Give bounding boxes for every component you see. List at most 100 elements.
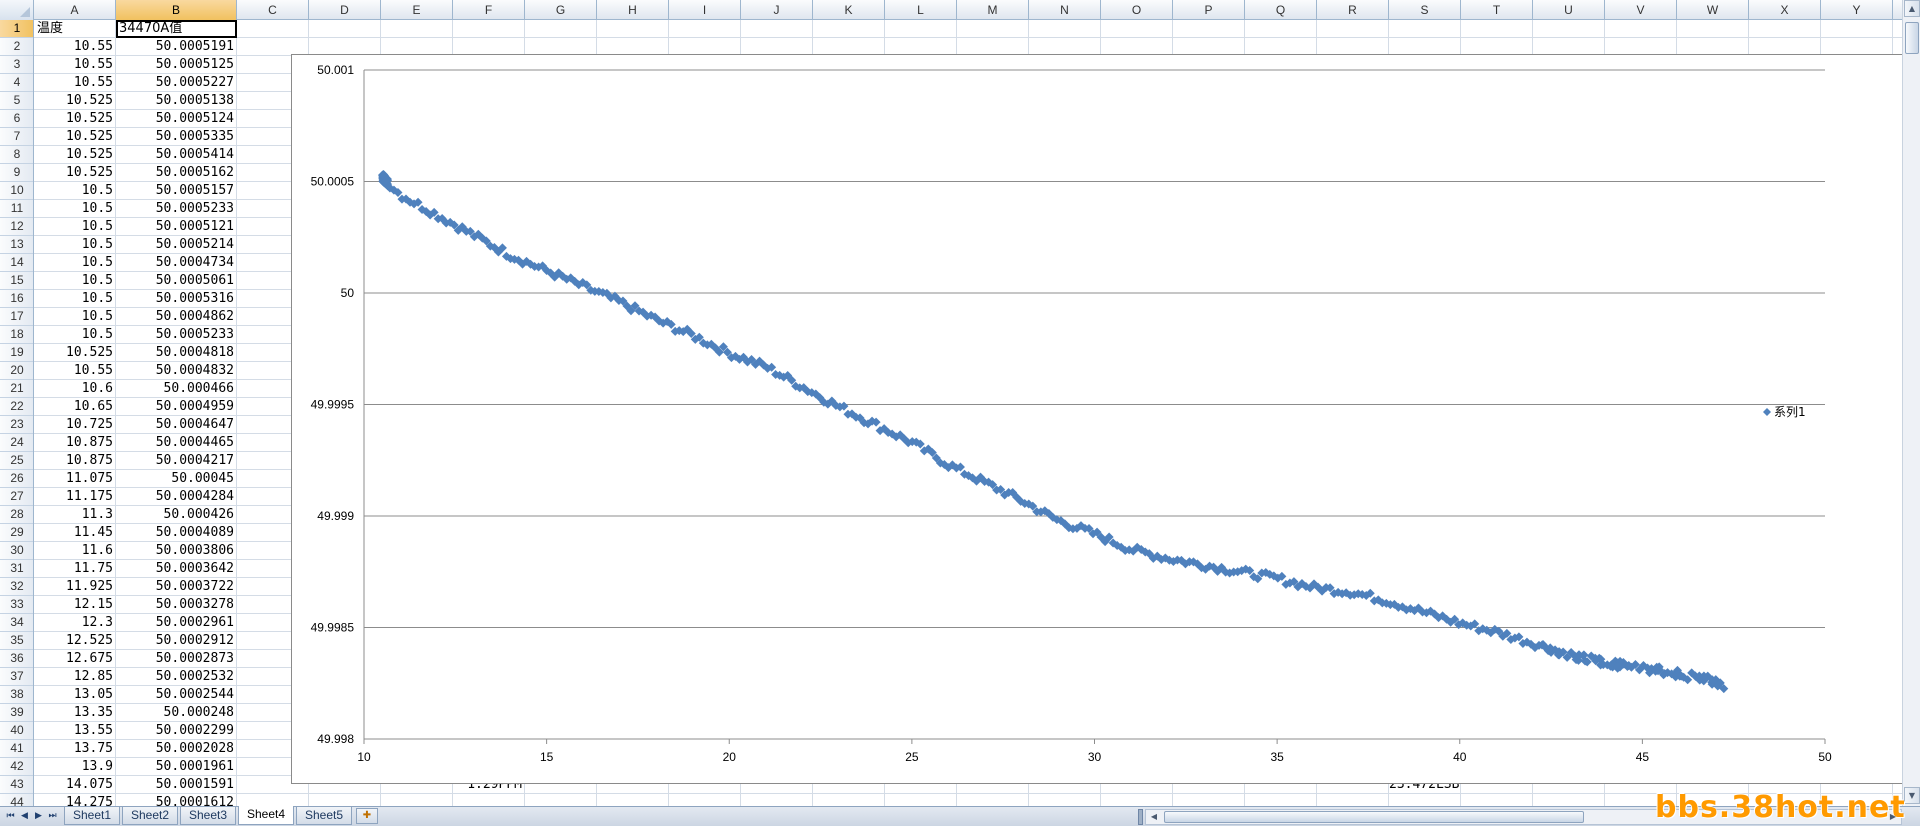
cell-temperature[interactable]: 10.525	[34, 110, 116, 128]
column-header-b[interactable]: B	[116, 0, 237, 20]
row-header-34[interactable]: 34	[0, 614, 33, 632]
row-header-8[interactable]: 8	[0, 146, 33, 164]
row-header-18[interactable]: 18	[0, 326, 33, 344]
row-header-43[interactable]: 43	[0, 776, 33, 794]
cell-temperature[interactable]: 11.175	[34, 488, 116, 506]
row-header-1[interactable]: 1	[0, 20, 33, 38]
row-header-29[interactable]: 29	[0, 524, 33, 542]
row-header-41[interactable]: 41	[0, 740, 33, 758]
column-header-t[interactable]: T	[1461, 0, 1533, 20]
cell-temperature[interactable]: 10.525	[34, 164, 116, 182]
row-header-9[interactable]: 9	[0, 164, 33, 182]
cell-temperature[interactable]: 10.6	[34, 380, 116, 398]
cell-measured-value[interactable]: 50.0005191	[116, 38, 237, 56]
cell-temperature[interactable]: 11.6	[34, 542, 116, 560]
cell-temperature[interactable]: 10.55	[34, 362, 116, 380]
cell-temperature[interactable]: 13.75	[34, 740, 116, 758]
cell-measured-value[interactable]: 50.0005233	[116, 326, 237, 344]
cell-measured-value[interactable]: 50.0004862	[116, 308, 237, 326]
cell-temperature[interactable]: 10.55	[34, 56, 116, 74]
cell-measured-value[interactable]: 50.0005335	[116, 128, 237, 146]
next-sheet-icon[interactable]: ▶	[32, 809, 45, 824]
column-header-a[interactable]: A	[34, 0, 116, 20]
column-header-y[interactable]: Y	[1821, 0, 1893, 20]
column-header-m[interactable]: M	[957, 0, 1029, 20]
column-header-p[interactable]: P	[1173, 0, 1245, 20]
last-sheet-icon[interactable]: ⏭	[46, 809, 59, 824]
column-header-k[interactable]: K	[813, 0, 885, 20]
row-header-7[interactable]: 7	[0, 128, 33, 146]
sheet-tab-sheet5[interactable]: Sheet5	[296, 807, 353, 825]
row-header-35[interactable]: 35	[0, 632, 33, 650]
row-header-38[interactable]: 38	[0, 686, 33, 704]
cell-temperature[interactable]: 13.55	[34, 722, 116, 740]
cell-measured-value[interactable]: 50.0001612	[116, 794, 237, 806]
column-header-u[interactable]: U	[1533, 0, 1605, 20]
column-header-n[interactable]: N	[1029, 0, 1101, 20]
row-header-26[interactable]: 26	[0, 470, 33, 488]
cell-temperature[interactable]: 10.5	[34, 236, 116, 254]
cell-measured-value[interactable]: 50.0002961	[116, 614, 237, 632]
row-header-10[interactable]: 10	[0, 182, 33, 200]
cell-temperature[interactable]: 12.15	[34, 596, 116, 614]
column-header-v[interactable]: V	[1605, 0, 1677, 20]
row-header-40[interactable]: 40	[0, 722, 33, 740]
column-header-o[interactable]: O	[1101, 0, 1173, 20]
cell-temperature[interactable]: 11.925	[34, 578, 116, 596]
cell-measured-value[interactable]: 50.0003806	[116, 542, 237, 560]
cell-measured-value[interactable]: 50.0004959	[116, 398, 237, 416]
cell-measured-value[interactable]: 50.0005233	[116, 200, 237, 218]
row-header-15[interactable]: 15	[0, 272, 33, 290]
cell-measured-value[interactable]: 50.0001591	[116, 776, 237, 794]
cell-temperature[interactable]: 10.65	[34, 398, 116, 416]
cell-temperature[interactable]: 11.075	[34, 470, 116, 488]
cell-temperature[interactable]: 14.075	[34, 776, 116, 794]
column-header-f[interactable]: F	[453, 0, 525, 20]
cell-measured-value[interactable]: 50.0005214	[116, 236, 237, 254]
row-header-30[interactable]: 30	[0, 542, 33, 560]
cell-temperature[interactable]: 12.3	[34, 614, 116, 632]
cell-temperature[interactable]: 11.45	[34, 524, 116, 542]
cell-measured-value[interactable]: 50.0004089	[116, 524, 237, 542]
cell-temperature[interactable]: 10.875	[34, 452, 116, 470]
row-header-27[interactable]: 27	[0, 488, 33, 506]
cell-temperature[interactable]: 12.675	[34, 650, 116, 668]
cell-measured-value[interactable]: 50.0002544	[116, 686, 237, 704]
row-header-16[interactable]: 16	[0, 290, 33, 308]
cell-temperature[interactable]: 14.275	[34, 794, 116, 806]
row-header-6[interactable]: 6	[0, 110, 33, 128]
cell-measured-value[interactable]: 50.0005414	[116, 146, 237, 164]
worksheet-grid[interactable]: 温度 34470A值 10.55 50.0005191 10.55 50.0005125 1…	[34, 20, 1902, 806]
cell-measured-value[interactable]: 50.0002299	[116, 722, 237, 740]
row-header-22[interactable]: 22	[0, 398, 33, 416]
column-header-d[interactable]: D	[309, 0, 381, 20]
scroll-up-icon[interactable]: ▲	[1904, 0, 1920, 17]
cell-measured-value[interactable]: 50.0005157	[116, 182, 237, 200]
column-header-j[interactable]: J	[741, 0, 813, 20]
cell-measured-value[interactable]: 50.0003642	[116, 560, 237, 578]
cell-temperature[interactable]: 10.5	[34, 182, 116, 200]
column-header-x[interactable]: X	[1749, 0, 1821, 20]
cell-measured-value[interactable]: 50.0005162	[116, 164, 237, 182]
row-header-13[interactable]: 13	[0, 236, 33, 254]
cell-temperature[interactable]: 10.5	[34, 272, 116, 290]
row-header-42[interactable]: 42	[0, 758, 33, 776]
cell-a1-header[interactable]: 温度	[34, 20, 116, 38]
cell-measured-value[interactable]: 50.0005061	[116, 272, 237, 290]
row-header-3[interactable]: 3	[0, 56, 33, 74]
cell-temperature[interactable]: 13.35	[34, 704, 116, 722]
cell-temperature[interactable]: 10.875	[34, 434, 116, 452]
row-header-24[interactable]: 24	[0, 434, 33, 452]
tab-split-handle[interactable]	[1138, 809, 1143, 825]
cell-measured-value[interactable]: 50.0004647	[116, 416, 237, 434]
cell-measured-value[interactable]: 50.0003278	[116, 596, 237, 614]
row-header-21[interactable]: 21	[0, 380, 33, 398]
cell-measured-value[interactable]: 50.0004284	[116, 488, 237, 506]
column-header-r[interactable]: R	[1317, 0, 1389, 20]
cell-measured-value[interactable]: 50.000426	[116, 506, 237, 524]
sheet-tab-sheet1[interactable]: Sheet1	[64, 807, 121, 825]
row-header-2[interactable]: 2	[0, 38, 33, 56]
cell-measured-value[interactable]: 50.000466	[116, 380, 237, 398]
cell-measured-value[interactable]: 50.0002532	[116, 668, 237, 686]
column-header-q[interactable]: Q	[1245, 0, 1317, 20]
